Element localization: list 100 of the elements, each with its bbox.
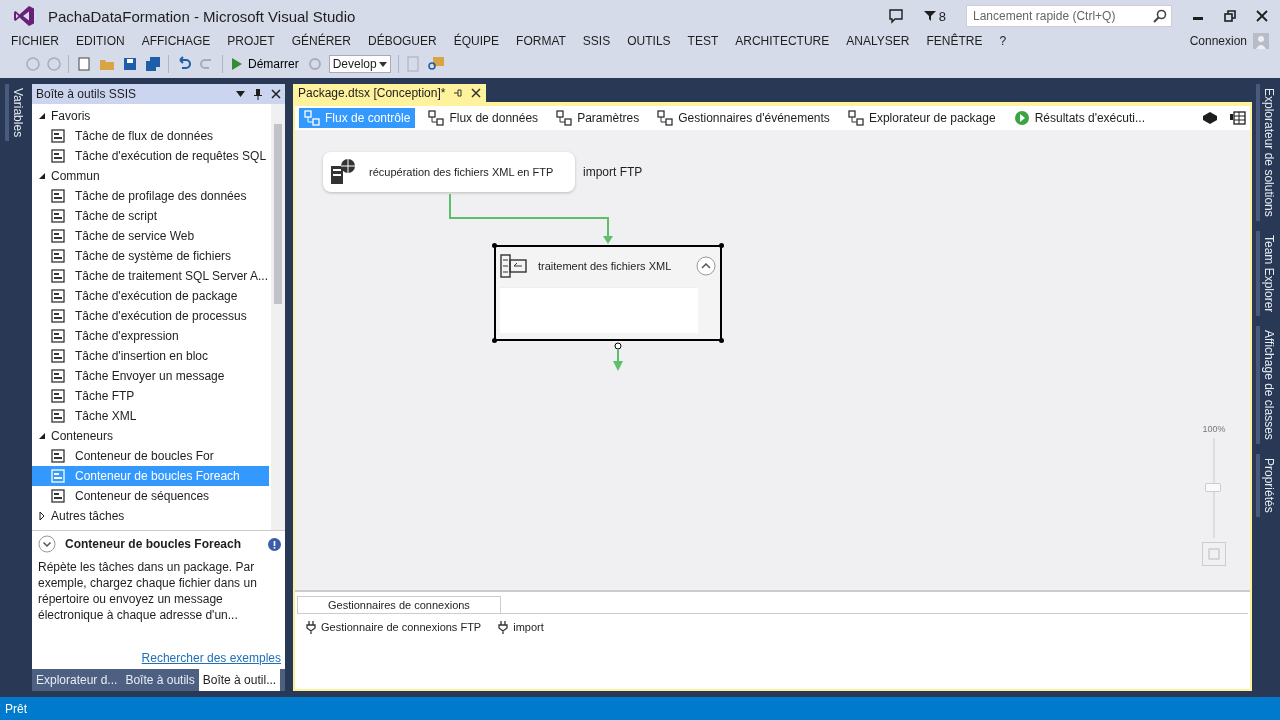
- connections-tab[interactable]: Gestionnaires de connexions: [297, 596, 501, 613]
- caret-icon[interactable]: [38, 112, 46, 120]
- help-icon[interactable]: [268, 537, 281, 551]
- task-icon: [50, 368, 66, 384]
- toolbox-item[interactable]: Tâche de système de fichiers: [32, 246, 269, 266]
- output-arrow[interactable]: [613, 342, 623, 371]
- container-title: traitement des fichiers XML: [538, 260, 673, 272]
- toolbox-item[interactable]: Tâche de traitement SQL Server A...: [32, 266, 269, 286]
- panel-tab[interactable]: Explorateur d...: [32, 669, 122, 691]
- undo-icon[interactable]: [176, 56, 192, 72]
- toolbox-item[interactable]: Tâche de profilage des données: [32, 186, 269, 206]
- caret-icon: [378, 61, 387, 67]
- menu-item[interactable]: OUTILS: [627, 34, 671, 48]
- tree-group[interactable]: Autres tâches: [32, 506, 271, 526]
- designer-tab[interactable]: Gestionnaires d'événements: [652, 108, 835, 128]
- close-icon[interactable]: [271, 89, 281, 99]
- toolbox-item[interactable]: Tâche d'exécution de requêtes SQL: [32, 146, 269, 166]
- task-icon: [50, 308, 66, 324]
- task-icon: [50, 408, 66, 424]
- logo-icon: [12, 4, 36, 28]
- toolbox-item[interactable]: Tâche d'exécution de package: [32, 286, 269, 306]
- quick-launch-field[interactable]: Lancement rapide (Ctrl+Q): [966, 5, 1172, 27]
- examples-link[interactable]: Rechercher des exemples: [141, 651, 281, 665]
- menu-item[interactable]: ANALYSER: [846, 34, 910, 48]
- dropdown-icon[interactable]: [236, 91, 245, 97]
- flow-icon: [428, 110, 445, 126]
- collapse-icon[interactable]: [696, 256, 716, 276]
- menu-item[interactable]: GÉNÉRER: [291, 34, 352, 48]
- task-icon: [50, 488, 66, 504]
- designer-tab[interactable]: Explorateur de package: [842, 108, 1001, 128]
- toolbox-item[interactable]: Tâche de flux de données: [32, 126, 269, 146]
- toolbox-item[interactable]: Tâche XML: [32, 406, 269, 426]
- save-all-icon[interactable]: [145, 56, 161, 72]
- task-icon: [50, 328, 66, 344]
- sign-in-link[interactable]: Connexion: [1189, 34, 1247, 48]
- toolbox-item[interactable]: Tâche de service Web: [32, 226, 269, 246]
- close-icon[interactable]: [471, 88, 482, 98]
- menu-item[interactable]: FENÊTRE: [926, 34, 983, 48]
- task-icon: [50, 228, 66, 244]
- tree-group[interactable]: Favoris: [32, 106, 271, 126]
- menu-item[interactable]: ÉQUIPE: [453, 34, 500, 48]
- new-project-icon[interactable]: [76, 56, 92, 72]
- menu-item[interactable]: ARCHITECTURE: [735, 34, 830, 48]
- menu-item[interactable]: DÉBOGUER: [368, 34, 437, 48]
- toolbox-item[interactable]: Tâche d'expression: [32, 326, 269, 346]
- side-tab[interactable]: Propriétés: [1256, 454, 1276, 517]
- task-annotation: import FTP: [583, 165, 643, 179]
- close-icon[interactable]: [1256, 10, 1268, 22]
- menu-item[interactable]: ?: [999, 34, 1007, 48]
- pin-icon[interactable]: [253, 88, 263, 100]
- toolbox-item[interactable]: Tâche FTP: [32, 386, 269, 406]
- side-tab[interactable]: Explorateur de solutions: [1256, 84, 1276, 221]
- pin-icon[interactable]: [453, 88, 464, 98]
- tree-group[interactable]: Commun: [32, 166, 271, 186]
- configuration-dropdown[interactable]: Develop: [328, 55, 391, 73]
- menu-item[interactable]: AFFICHAGE: [141, 34, 211, 48]
- menu-item[interactable]: FORMAT: [516, 34, 566, 48]
- restore-icon[interactable]: [1224, 10, 1236, 22]
- designer-tab[interactable]: Résultats d'exécuti...: [1008, 108, 1150, 128]
- start-button[interactable]: Démarrer: [230, 57, 301, 71]
- document-tab[interactable]: Package.dtsx [Conception]*: [293, 84, 487, 102]
- description-text: Répète les tâches dans un package. Par exemple, chargez chaque fichier dans un répertoire ou envoyez un message électronique à chaque adresse d'un...: [38, 559, 258, 623]
- connection-item[interactable]: import: [497, 620, 544, 634]
- menu-item[interactable]: FICHIER: [11, 34, 59, 48]
- caret-icon[interactable]: [38, 432, 46, 440]
- plug-icon: [305, 620, 317, 634]
- table-icon[interactable]: [1230, 110, 1246, 126]
- toolbox-item[interactable]: Tâche d'exécution de processus: [32, 306, 269, 326]
- side-tab[interactable]: Team Explorer: [1256, 230, 1276, 317]
- container-node[interactable]: traitement des fichiers XML: [494, 245, 722, 341]
- save-icon[interactable]: [122, 56, 138, 72]
- panel-tab[interactable]: Boîte à outil...: [198, 669, 281, 691]
- speech-bubble-icon[interactable]: [887, 8, 904, 24]
- find-icon[interactable]: [426, 56, 445, 72]
- connection-item[interactable]: Gestionnaire de connexions FTP: [305, 620, 482, 634]
- toolbox-item[interactable]: Tâche Envoyer un message: [32, 366, 269, 386]
- notification-count[interactable]: 8: [923, 8, 946, 24]
- caret-icon[interactable]: [38, 172, 46, 180]
- caret-icon[interactable]: [38, 512, 46, 520]
- panel-tab[interactable]: Boîte à outils: [121, 669, 199, 691]
- menu-item[interactable]: PROJET: [227, 34, 275, 48]
- side-tab[interactable]: Affichage de classes: [1256, 326, 1276, 444]
- scrollbar[interactable]: [271, 104, 285, 530]
- designer-tab[interactable]: Paramètres: [551, 108, 645, 128]
- menu-item[interactable]: SSIS: [582, 34, 611, 48]
- tree-group[interactable]: Conteneurs: [32, 426, 271, 446]
- package-icon[interactable]: [1202, 110, 1218, 126]
- toolbox-item[interactable]: Conteneur de séquences: [32, 486, 269, 506]
- task-node[interactable]: récupération des fichiers XML en FTP: [323, 152, 575, 192]
- search-icon[interactable]: [1153, 9, 1167, 23]
- loop-container-icon: [500, 254, 528, 278]
- toolbox-item[interactable]: Conteneur de boucles For: [32, 446, 269, 466]
- side-tab[interactable]: Variables: [5, 84, 25, 142]
- task-icon: [50, 348, 66, 364]
- toolbox-item[interactable]: Tâche d'insertion en bloc: [32, 346, 269, 366]
- menu-item[interactable]: EDITION: [76, 34, 125, 48]
- menu-item[interactable]: TEST: [687, 34, 719, 48]
- toolbox-item[interactable]: Tâche de script: [32, 206, 269, 226]
- collapse-icon[interactable]: [38, 535, 56, 553]
- designer-tab[interactable]: Flux de données: [423, 108, 544, 128]
